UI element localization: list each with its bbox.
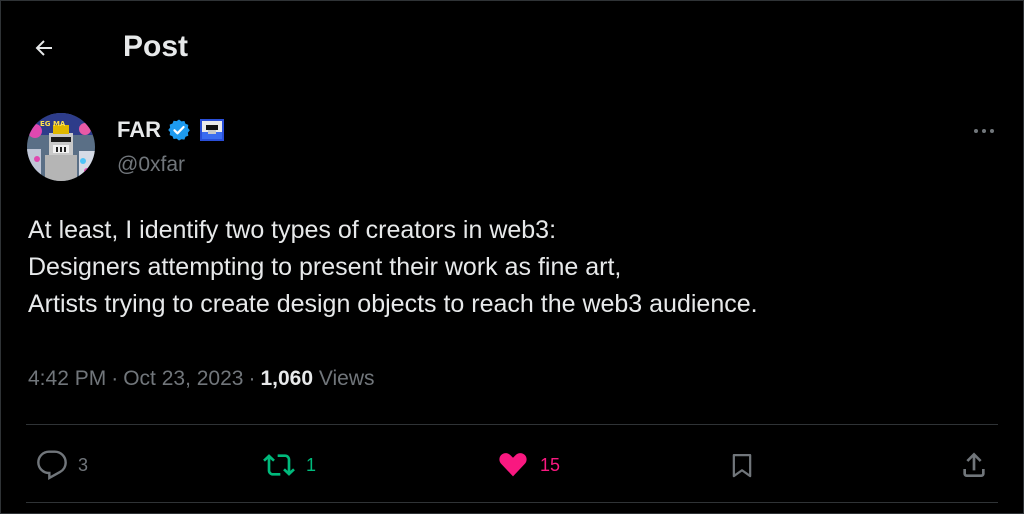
- post-text-line: Designers attempting to present their wo…: [28, 253, 622, 281]
- post-date[interactable]: Oct 23, 2023: [123, 367, 243, 390]
- page-title: Post: [123, 30, 189, 63]
- share-icon: [963, 452, 985, 477]
- divider: [26, 502, 998, 503]
- reply-count: 3: [78, 454, 89, 475]
- back-button[interactable]: [26, 30, 62, 66]
- svg-text:EG MA: EG MA: [40, 120, 66, 128]
- post-text-line: Artists trying to create design objects …: [28, 290, 758, 318]
- author-handle[interactable]: @0xfar: [117, 152, 185, 178]
- meta-separator: ·: [248, 367, 256, 390]
- post-text: At least, I identify two types of creato…: [28, 212, 988, 323]
- more-horizontal-icon: [974, 129, 994, 133]
- affiliate-badge-icon[interactable]: [200, 119, 224, 141]
- repost-button[interactable]: 1: [262, 448, 316, 482]
- share-button[interactable]: [958, 448, 990, 482]
- repost-count: 1: [306, 454, 317, 475]
- repost-icon: [263, 454, 295, 476]
- divider: [26, 424, 998, 425]
- more-options-button[interactable]: [968, 118, 1000, 144]
- reply-icon: [37, 450, 67, 480]
- bookmark-button[interactable]: [728, 448, 756, 482]
- page-header: Post: [0, 0, 1024, 96]
- like-button[interactable]: 15: [496, 448, 560, 482]
- action-bar: 3 1 15: [0, 440, 1024, 490]
- avatar-image: EG MA: [27, 113, 95, 181]
- verified-badge-icon[interactable]: [167, 118, 191, 142]
- reply-button[interactable]: 3: [36, 448, 88, 482]
- post-text-line: At least, I identify two types of creato…: [28, 216, 557, 244]
- bookmark-icon: [732, 453, 752, 478]
- meta-separator: ·: [111, 367, 119, 390]
- views-count: 1,060: [260, 367, 314, 390]
- heart-filled-icon: [499, 453, 527, 477]
- post-time[interactable]: 4:42 PM: [28, 367, 106, 390]
- views-label: Views: [318, 367, 375, 390]
- author-name[interactable]: FAR: [117, 117, 161, 143]
- like-count: 15: [540, 454, 561, 475]
- arrow-left-icon: [35, 40, 52, 56]
- post-meta: 4:42 PM · Oct 23, 2023 · 1,060 Views: [28, 364, 375, 394]
- author-name-row: FAR: [117, 115, 224, 145]
- avatar[interactable]: EG MA: [27, 113, 95, 181]
